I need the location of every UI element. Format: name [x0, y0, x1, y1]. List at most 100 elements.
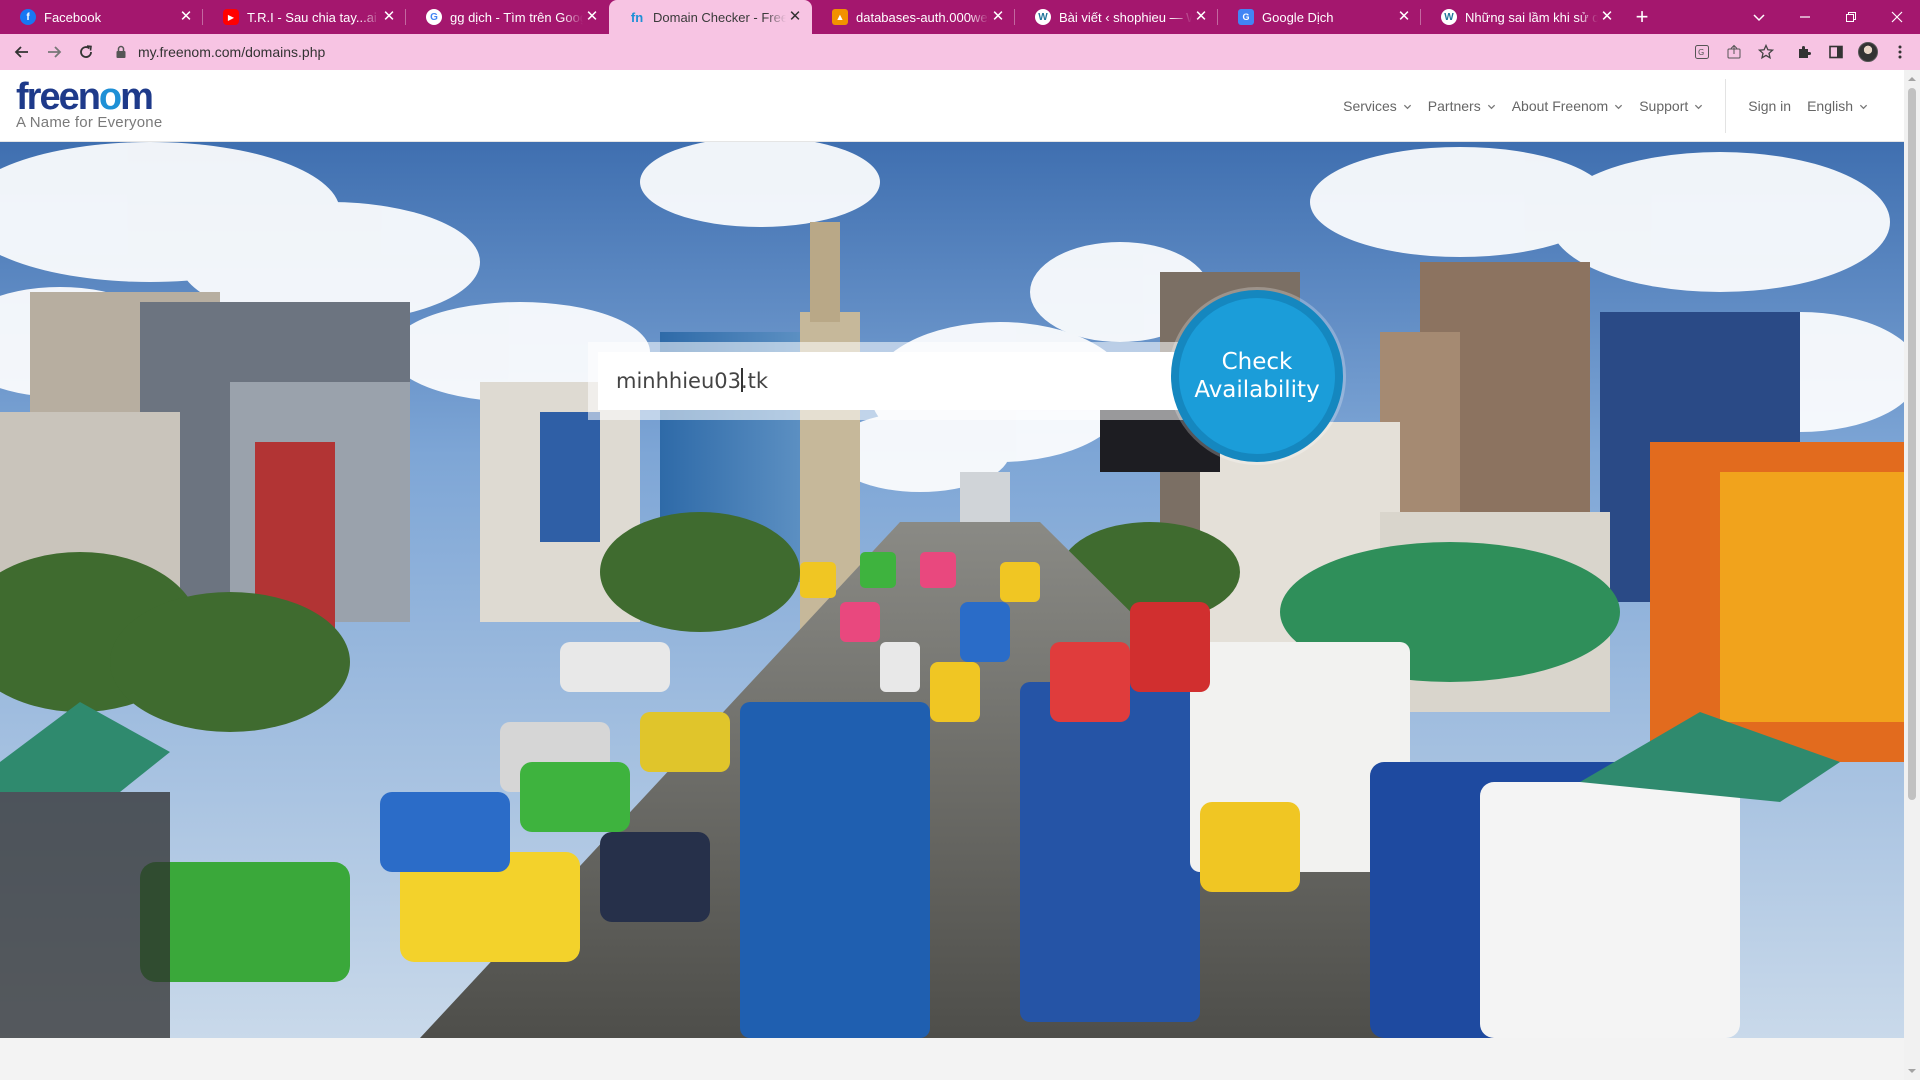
close-icon[interactable]: ✕	[380, 8, 398, 26]
page-footer-strip	[0, 1038, 1904, 1080]
profile-button[interactable]	[1852, 36, 1884, 68]
kebab-menu-icon	[1898, 45, 1902, 59]
logo-tagline: A Name for Everyone	[16, 114, 163, 131]
browser-tab-google-search[interactable]: G gg dịch - Tìm trên Google ✕	[406, 0, 609, 34]
hero-banner: Check Availability	[0, 142, 1904, 1038]
lock-icon[interactable]	[114, 45, 128, 59]
close-icon[interactable]: ✕	[583, 8, 601, 26]
check-availability-label: Check Availability	[1194, 348, 1319, 404]
browser-tab-youtube[interactable]: ▶ T.R.I - Sau chia tay...ai cũng ✕	[203, 0, 406, 34]
scrollbar-thumb[interactable]	[1908, 88, 1916, 800]
share-button[interactable]	[1718, 36, 1750, 68]
logo-part: freen	[16, 76, 101, 118]
nav-language[interactable]: English	[1807, 98, 1868, 114]
nav-label: About Freenom	[1511, 98, 1609, 114]
chevron-down-icon	[1753, 14, 1765, 22]
browser-tab-google-translate[interactable]: G Google Dịch ✕	[1218, 0, 1421, 34]
close-window-button[interactable]	[1874, 0, 1920, 34]
back-button[interactable]	[6, 36, 38, 68]
browser-tab-domain-checker[interactable]: fn Domain Checker - Freenom ✕	[609, 0, 812, 34]
logo-wordmark: freenom	[16, 78, 162, 116]
tab-title: Bài viết ‹ shophieu — Wor	[1059, 9, 1192, 25]
nav-label: Services	[1343, 98, 1397, 114]
nav-about[interactable]: About Freenom	[1512, 98, 1624, 114]
city-traffic-background-image	[0, 142, 1904, 1038]
close-icon[interactable]: ✕	[1192, 8, 1210, 26]
menu-button[interactable]	[1884, 36, 1916, 68]
side-panel-button[interactable]	[1820, 36, 1852, 68]
close-icon[interactable]: ✕	[989, 8, 1007, 26]
bookmark-button[interactable]	[1750, 36, 1782, 68]
tab-title: databases-auth.000webho	[856, 9, 989, 25]
freenom-logo[interactable]: freenom A Name for Everyone	[16, 78, 162, 131]
browser-tab-000webhost[interactable]: ▲ databases-auth.000webho ✕	[812, 0, 1015, 34]
freenom-icon: fn	[630, 9, 644, 25]
chevron-down-icon	[1615, 104, 1623, 109]
page-scrollbar[interactable]	[1904, 70, 1920, 1080]
address-bar[interactable]: my.freenom.com/domains.php	[108, 37, 1802, 67]
toolbar-right-actions: G	[1686, 34, 1920, 70]
close-icon	[1891, 11, 1903, 23]
close-icon[interactable]: ✕	[1598, 8, 1616, 26]
browser-toolbar: my.freenom.com/domains.php G	[0, 34, 1920, 70]
browser-tab-wordpress-posts[interactable]: W Bài viết ‹ shophieu — Wor ✕	[1015, 0, 1218, 34]
google-icon: G	[426, 9, 442, 25]
avatar	[1858, 42, 1878, 62]
browser-tab-facebook[interactable]: f Facebook ✕	[0, 0, 203, 34]
chevron-down-icon	[1403, 104, 1411, 109]
tab-title: Google Dịch	[1262, 9, 1334, 25]
nav-label: Sign in	[1748, 98, 1792, 114]
reload-button[interactable]	[70, 36, 102, 68]
url-text[interactable]: my.freenom.com/domains.php	[138, 44, 325, 60]
tab-title: Những sai lầm khi sử dụng	[1465, 9, 1598, 25]
star-icon	[1758, 44, 1774, 60]
arrow-left-icon	[14, 46, 28, 58]
main-nav: Services Partners About Freenom Support …	[1327, 70, 1868, 142]
nav-sign-in[interactable]: Sign in	[1748, 98, 1791, 114]
tab-search-button[interactable]	[1736, 0, 1782, 34]
close-icon[interactable]: ✕	[786, 8, 804, 26]
tab-title: Facebook	[44, 9, 102, 25]
chevron-down-icon	[1487, 104, 1495, 109]
extensions-button[interactable]	[1788, 36, 1820, 68]
tab-title: T.R.I - Sau chia tay...ai cũng	[247, 9, 380, 25]
browser-tab-wordpress-article[interactable]: W Những sai lầm khi sử dụng ✕	[1421, 0, 1624, 34]
domain-search-box	[588, 342, 1188, 420]
share-icon	[1727, 44, 1741, 59]
000webhost-icon: ▲	[832, 9, 848, 25]
scroll-up-icon[interactable]	[1907, 74, 1917, 84]
button-label-line: Check	[1221, 349, 1293, 375]
scroll-down-icon[interactable]	[1907, 1066, 1917, 1076]
browser-tab-strip: f Facebook ✕ ▶ T.R.I - Sau chia tay...ai…	[0, 0, 1920, 34]
wordpress-icon: W	[1035, 9, 1051, 25]
nav-divider	[1725, 79, 1727, 133]
logo-part: o	[98, 76, 122, 118]
page-content: freenom A Name for Everyone Services Par…	[0, 70, 1904, 1080]
new-tab-button[interactable]: +	[1624, 0, 1660, 34]
wordpress-icon: W	[1441, 9, 1457, 25]
close-icon[interactable]: ✕	[1395, 8, 1413, 26]
arrow-right-icon	[48, 46, 62, 58]
nav-support[interactable]: Support	[1639, 98, 1703, 114]
svg-text:G: G	[1698, 48, 1704, 57]
logo-part: m	[120, 76, 154, 118]
chevron-down-icon	[1859, 104, 1868, 109]
facebook-icon: f	[20, 9, 36, 25]
tab-title: gg dịch - Tìm trên Google	[450, 9, 583, 25]
minimize-button[interactable]	[1782, 0, 1828, 34]
translate-icon: G	[1695, 45, 1709, 59]
site-header: freenom A Name for Everyone Services Par…	[0, 70, 1904, 142]
nav-partners[interactable]: Partners	[1428, 98, 1496, 114]
forward-button[interactable]	[38, 36, 70, 68]
youtube-icon: ▶	[223, 9, 239, 25]
close-icon[interactable]: ✕	[177, 8, 195, 26]
translate-button[interactable]: G	[1686, 36, 1718, 68]
tab-title: Domain Checker - Freenom	[653, 9, 786, 25]
nav-label: English	[1807, 98, 1853, 114]
domain-search-input[interactable]	[598, 352, 1178, 410]
nav-services[interactable]: Services	[1343, 98, 1412, 114]
restore-button[interactable]	[1828, 0, 1874, 34]
text-cursor	[741, 368, 743, 392]
check-availability-button[interactable]: Check Availability	[1171, 290, 1343, 462]
nav-label: Support	[1639, 98, 1689, 114]
